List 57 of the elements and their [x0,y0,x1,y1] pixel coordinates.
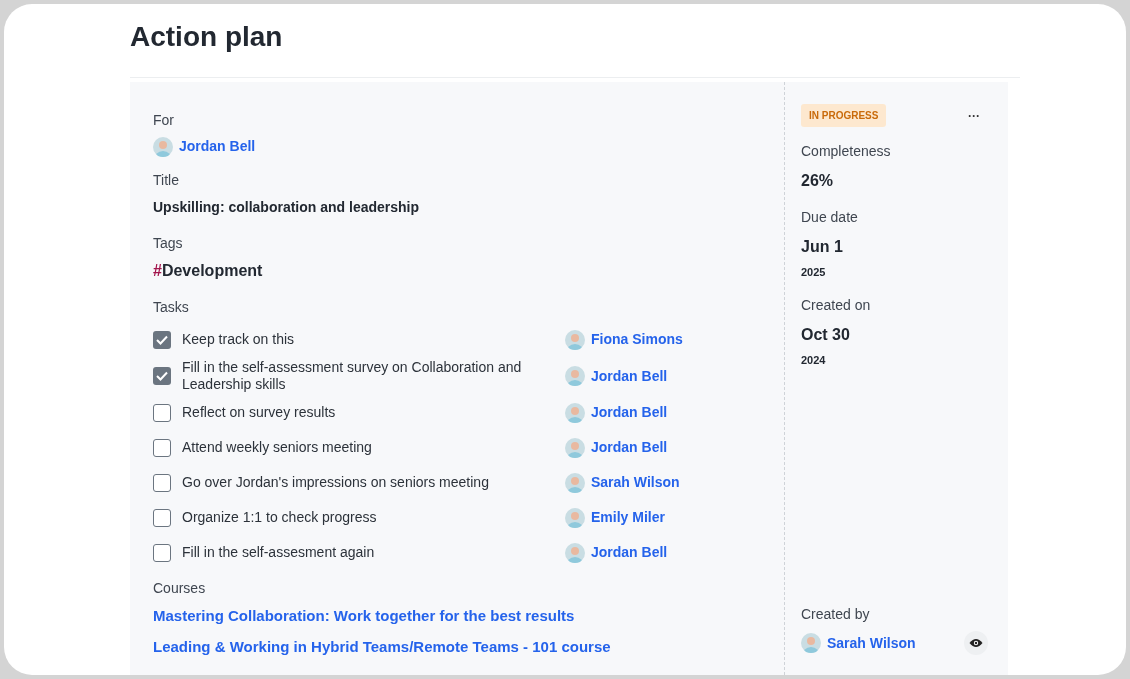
eye-icon [969,638,983,648]
avatar-icon [565,329,585,350]
person-link[interactable]: Jordan Bell [591,542,668,563]
field-label: For [153,111,175,130]
person-link[interactable]: Jordan Bell [591,437,668,458]
task-checkbox[interactable] [153,367,171,385]
field-label: Title [153,171,180,190]
task-checkbox[interactable] [153,438,171,457]
task-checkbox[interactable] [153,403,171,422]
avatar-icon [153,136,173,157]
status-badge: IN PROGRESS [801,104,887,127]
person-link[interactable]: Sarah Wilson [827,632,916,654]
course-link[interactable]: Mastering Collaboration: Work together for the best results [153,605,784,628]
person-link[interactable]: Jordan Bell [591,365,668,387]
field-value: 26% [801,171,835,191]
more-button[interactable]: ··· [968,106,980,125]
avatar-icon [565,542,585,563]
field-year: 2024 [801,352,827,368]
task-text: Fill in the self-assessment survey on Collaboration and Leadership skills [182,359,523,393]
field-year: 2025 [801,265,827,280]
field-value: Jun 1 [801,237,844,257]
tag[interactable]: #Development [153,259,263,283]
avatar-icon [565,472,585,493]
task-text: Reflect on survey results [182,404,337,421]
task-checkbox[interactable] [153,330,171,349]
checkmark-icon [156,334,168,345]
field-label: Completeness [801,142,892,161]
avatar-icon [565,366,585,386]
avatar-icon [565,507,585,528]
course-link[interactable]: Leading & Working in Hybrid Teams/Remote Teams - 101 course [153,635,784,658]
field-label: Tags [153,234,184,253]
field-label: Created on [801,295,872,315]
avatar-icon [801,633,821,653]
page-title: Action plan [130,20,284,54]
person-link[interactable]: Fiona Simons [591,329,683,350]
field-label: Tasks [153,298,190,317]
task-text: Fill in the self-assesment again [182,544,376,561]
field-value: Oct 30 [801,324,851,345]
checkmark-icon [156,371,168,381]
view-button[interactable] [964,631,988,655]
plan-title: Upskilling: collaboration and leadership [153,198,421,217]
task-checkbox[interactable] [153,508,171,527]
person-link[interactable]: Jordan Bell [591,402,668,423]
person-link[interactable]: Emily Miler [591,507,665,528]
field-label: Due date [801,208,859,227]
task-text: Go over Jordan's impressions on seniors meeting [182,474,490,491]
field-label: Courses [153,579,207,598]
task-text: Attend weekly seniors meeting [182,439,373,456]
avatar-icon [565,402,585,423]
person-link[interactable]: Sarah Wilson [591,472,680,493]
person-link[interactable]: Jordan Bell [179,136,256,157]
task-text: Organize 1:1 to check progress [182,509,378,526]
task-checkbox[interactable] [153,473,171,492]
field-label: Created by [801,605,871,624]
task-text: Keep track on this [182,331,296,348]
avatar-icon [565,437,585,458]
task-checkbox[interactable] [153,543,171,562]
